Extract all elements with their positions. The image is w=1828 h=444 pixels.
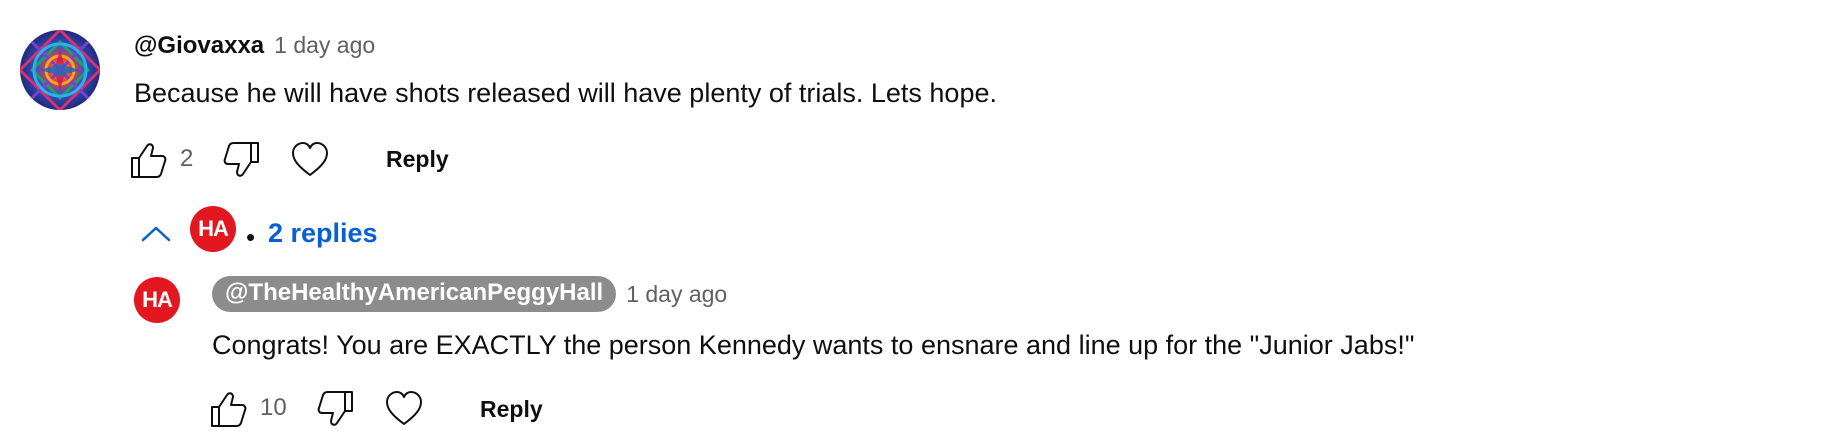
reply-reply-button[interactable]: Reply bbox=[480, 396, 543, 423]
heart-icon bbox=[386, 391, 422, 425]
reply-text: Congrats! You are EXACTLY the person Ken… bbox=[212, 330, 1415, 360]
thumbs-up-icon bbox=[131, 143, 167, 178]
heart-icon bbox=[292, 142, 328, 176]
reply-heart-button[interactable] bbox=[384, 389, 424, 429]
comment-text: Because he will have shots released will… bbox=[134, 78, 997, 108]
comment-timestamp[interactable]: 1 day ago bbox=[274, 32, 375, 59]
reply-header: @TheHealthyAmericanPeggyHall 1 day ago bbox=[212, 276, 727, 312]
thumbs-up-icon bbox=[211, 392, 247, 427]
comment-author[interactable]: @Giovaxxa bbox=[134, 32, 264, 60]
like-button[interactable] bbox=[128, 140, 168, 180]
reply-like-count: 10 bbox=[260, 394, 287, 421]
reply-dislike-button[interactable] bbox=[316, 389, 356, 429]
heart-button[interactable] bbox=[290, 140, 330, 180]
kaleidoscope-art-image bbox=[20, 30, 100, 110]
commenter-avatar[interactable] bbox=[20, 30, 100, 110]
thumbs-down-icon bbox=[223, 142, 259, 177]
comment-header: @Giovaxxa 1 day ago bbox=[134, 32, 375, 60]
chevron-up-icon bbox=[141, 226, 171, 242]
reply-timestamp[interactable]: 1 day ago bbox=[626, 281, 727, 308]
replies-separator: • bbox=[246, 222, 256, 252]
thumbs-down-icon bbox=[317, 391, 353, 426]
reply-button[interactable]: Reply bbox=[386, 146, 449, 173]
dislike-button[interactable] bbox=[222, 140, 262, 180]
replier-avatar-small: HA bbox=[190, 206, 236, 252]
like-count: 2 bbox=[180, 145, 194, 172]
replies-count-link[interactable]: 2 replies bbox=[268, 218, 378, 249]
reply-author-badge[interactable]: @TheHealthyAmericanPeggyHall bbox=[212, 276, 617, 312]
collapse-replies-button[interactable] bbox=[140, 222, 172, 246]
reply-author-avatar[interactable]: HA bbox=[134, 277, 180, 323]
reply-like-button[interactable] bbox=[208, 389, 248, 429]
